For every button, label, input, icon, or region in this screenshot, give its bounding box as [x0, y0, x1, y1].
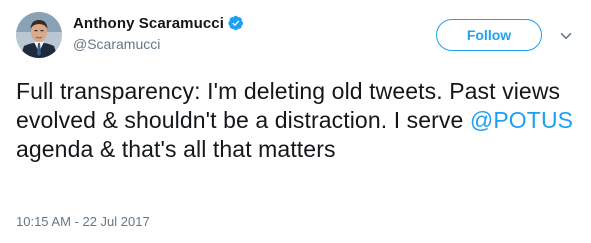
avatar-image: [16, 12, 62, 58]
avatar[interactable]: [16, 12, 62, 58]
verified-badge-icon: [228, 15, 244, 31]
name-row: Anthony Scaramucci: [73, 13, 244, 33]
mention-link[interactable]: @POTUS: [470, 107, 573, 133]
author-info: Anthony Scaramucci @Scaramucci: [73, 13, 244, 52]
tweet-card: Anthony Scaramucci @Scaramucci Follow Fu…: [0, 0, 591, 243]
author-display-name[interactable]: Anthony Scaramucci: [73, 15, 224, 32]
tweet-text-after: agenda & that's all that matters: [16, 136, 336, 162]
chevron-down-icon[interactable]: [559, 29, 573, 43]
follow-button[interactable]: Follow: [436, 19, 542, 51]
tweet-text: Full transparency: I'm deleting old twee…: [16, 77, 576, 164]
author-handle[interactable]: @Scaramucci: [73, 36, 244, 52]
tweet-timestamp[interactable]: 10:15 AM - 22 Jul 2017: [16, 214, 150, 229]
